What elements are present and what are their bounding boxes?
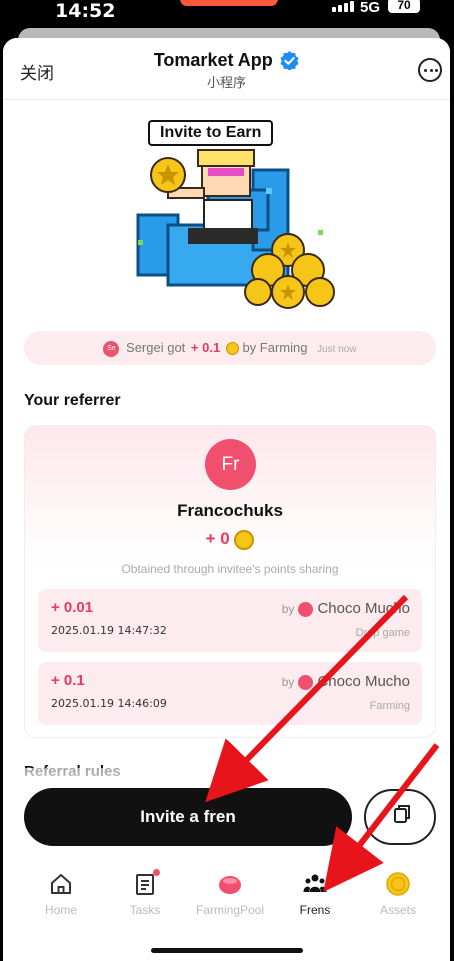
- tab-farming-pool[interactable]: FarmingPool: [192, 872, 268, 917]
- user-avatar-icon: [298, 601, 314, 617]
- coin-icon: [234, 529, 255, 550]
- signal-icon: [332, 0, 354, 12]
- user-avatar-icon: [298, 674, 314, 690]
- invite-speech-bubble: Invite to Earn: [148, 120, 274, 146]
- activity-ticker: Se Sergei got + 0.1 by Farming Just now: [24, 331, 436, 365]
- tab-tasks[interactable]: Tasks: [107, 869, 183, 917]
- record-source: Drop game: [355, 627, 410, 639]
- ticker-time: Just now: [317, 344, 357, 355]
- referral-record: + 0.01 2025.01.19 14:47:32 by Choco Mucho…: [38, 589, 422, 652]
- more-options-icon[interactable]: [418, 58, 442, 82]
- referrer-note: Obtained through invitee's points sharin…: [121, 562, 339, 576]
- tab-label: Tasks: [129, 903, 161, 917]
- app-title: Tomarket App: [153, 50, 273, 70]
- status-time: 14:52: [55, 0, 116, 22]
- tab-home[interactable]: Home: [23, 872, 99, 917]
- ticker-user: Sergei got: [126, 340, 186, 355]
- ticker-avatar: Se: [103, 340, 120, 357]
- verified-badge-icon: [280, 51, 299, 70]
- referrer-avatar: Fr: [205, 439, 256, 490]
- notification-dot: [153, 869, 160, 876]
- ticker-amount: + 0.1: [190, 340, 221, 355]
- mini-app-header: 关闭 Tomarket App 小程序: [3, 38, 450, 100]
- frens-icon: [303, 872, 327, 896]
- invite-fren-button[interactable]: Invite a fren: [24, 788, 352, 846]
- referrer-section-title: Your referrer: [24, 392, 121, 409]
- record-by-label: by: [281, 675, 295, 689]
- tab-frens[interactable]: Frens: [277, 872, 353, 917]
- tab-label: Assets: [379, 903, 416, 917]
- record-by-label: by: [281, 602, 295, 616]
- record-source: Farming: [369, 700, 410, 712]
- title-row: Tomarket App: [3, 50, 450, 71]
- ticker-by: by Farming: [242, 340, 308, 355]
- referrer-points-value: + 0: [205, 529, 230, 548]
- app-subtitle: 小程序: [206, 76, 246, 91]
- copy-link-button[interactable]: [364, 789, 436, 845]
- tab-label: Home: [44, 903, 77, 917]
- referrer-points: + 0: [25, 529, 435, 550]
- record-by: by Choco Mucho: [282, 673, 410, 690]
- dynamic-island: [180, 0, 278, 6]
- record-by: by Choco Mucho: [282, 600, 410, 617]
- farming-pool-icon: [218, 872, 242, 896]
- network-label: 5G: [360, 0, 381, 16]
- home-indicator: [151, 948, 303, 953]
- battery-icon: 70: [388, 0, 420, 13]
- tasks-icon: [133, 869, 160, 896]
- pixel-character-illustration: [136, 149, 335, 309]
- record-datetime: 2025.01.19 14:46:09: [51, 697, 167, 710]
- invite-illustration: Invite to Earn: [128, 120, 338, 310]
- tab-label: Frens: [299, 903, 331, 917]
- tab-label: FarmingPool: [195, 903, 265, 917]
- home-icon: [49, 872, 73, 896]
- referral-record: + 0.1 2025.01.19 14:46:09 by Choco Mucho …: [38, 662, 422, 725]
- tab-assets[interactable]: Assets: [360, 872, 436, 917]
- coin-icon: [225, 342, 239, 356]
- assets-icon: [386, 872, 410, 896]
- record-user: Choco Mucho: [317, 600, 410, 617]
- mini-app-sheet: 关闭 Tomarket App 小程序 Invite to Earn Se Se…: [3, 38, 450, 961]
- record-user: Choco Mucho: [317, 673, 410, 690]
- record-amount: + 0.01: [51, 599, 94, 616]
- referrer-card: Fr Francochuks + 0 Obtained through invi…: [24, 425, 436, 738]
- record-datetime: 2025.01.19 14:47:32: [51, 624, 167, 637]
- copy-icon: [394, 805, 410, 823]
- record-amount: + 0.1: [51, 672, 85, 689]
- referrer-name: Francochuks: [177, 501, 283, 520]
